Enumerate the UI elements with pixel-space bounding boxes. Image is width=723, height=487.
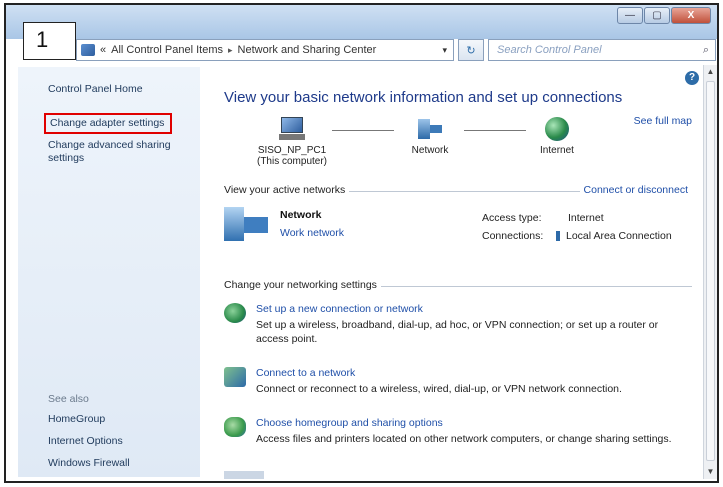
homegroup-icon (224, 417, 246, 437)
address-bar[interactable]: « All Control Panel Items ▸ Network and … (76, 39, 454, 61)
see-also-label: See also (48, 393, 89, 405)
sidebar-change-advanced-sharing[interactable]: Change advanced sharing settings (48, 139, 188, 165)
page-title: View your basic network information and … (224, 89, 623, 106)
connect-network-icon (224, 367, 246, 387)
vertical-scrollbar[interactable]: ▲ ▼ (703, 65, 717, 479)
networking-settings-label: Change your networking settings (224, 279, 381, 291)
maximize-button[interactable]: ▢ (644, 7, 670, 24)
breadcrumb-all-items[interactable]: All Control Panel Items (111, 44, 223, 56)
task-title[interactable]: Connect to a network (256, 367, 355, 379)
local-area-connection-link[interactable]: Local Area Connection (556, 230, 672, 242)
map-link-line (464, 130, 526, 131)
access-type-label: Access type: (482, 212, 542, 224)
breadcrumb-chevrons[interactable]: « (100, 44, 106, 56)
see-full-map-link[interactable]: See full map (634, 115, 692, 127)
network-bench-icon (416, 117, 444, 141)
breadcrumb-network-center[interactable]: Network and Sharing Center (238, 44, 377, 56)
map-network: Network (400, 117, 460, 156)
search-placeholder: Search Control Panel (497, 44, 602, 56)
computer-sub: (This computer) (256, 156, 327, 167)
connection-icon (556, 231, 560, 242)
window-controls: — ▢ X (616, 7, 711, 24)
computer-icon (279, 117, 305, 141)
task-title[interactable]: Set up a new connection or network (256, 303, 423, 315)
window: — ▢ X « All Control Panel Items ▸ Networ… (4, 3, 719, 483)
close-button[interactable]: X (671, 7, 711, 24)
task-setup-connection: Set up a new connection or network Set u… (224, 303, 694, 349)
map-internet: Internet (527, 117, 587, 156)
next-task-icon (224, 471, 264, 479)
connection-name[interactable]: Local Area Connection (566, 230, 672, 242)
network-large-icon (224, 207, 272, 241)
control-panel-icon (81, 44, 95, 56)
step-number-label: 1 (23, 22, 76, 60)
search-input[interactable]: Search Control Panel ⌕ (488, 39, 716, 61)
globe-icon (545, 117, 569, 141)
computer-name: SISO_NP_PC1 (257, 145, 327, 156)
internet-label: Internet (540, 145, 574, 156)
sidebar-change-adapter-settings[interactable]: Change adapter settings (44, 113, 173, 134)
task-homegroup-sharing: Choose homegroup and sharing options Acc… (224, 417, 694, 463)
minimize-button[interactable]: — (617, 7, 643, 24)
title-bar: — ▢ X (6, 5, 717, 39)
breadcrumb-separator[interactable]: ▸ (228, 45, 233, 56)
network-name: Network (280, 209, 322, 221)
address-dropdown[interactable]: ▾ (442, 45, 447, 56)
sidebar-homegroup[interactable]: HomeGroup (48, 413, 105, 426)
sidebar-internet-options[interactable]: Internet Options (48, 435, 123, 448)
map-computer: SISO_NP_PC1 (This computer) (252, 117, 332, 167)
task-connect-network: Connect to a network Connect or reconnec… (224, 367, 694, 399)
help-icon[interactable]: ? (685, 71, 699, 85)
sidebar: Control Panel Home Change adapter settin… (18, 67, 200, 477)
sidebar-windows-firewall[interactable]: Windows Firewall (48, 457, 130, 470)
access-type-value: Internet (568, 212, 604, 224)
active-networks-label: View your active networks (224, 184, 350, 196)
connect-disconnect-link[interactable]: Connect or disconnect (579, 184, 692, 196)
setup-connection-icon (224, 303, 246, 323)
task-description: Connect or reconnect to a wireless, wire… (256, 383, 622, 395)
network-type-link[interactable]: Work network (280, 227, 344, 239)
scroll-down-button[interactable]: ▼ (704, 465, 717, 479)
sidebar-control-panel-home[interactable]: Control Panel Home (48, 83, 143, 96)
scroll-up-button[interactable]: ▲ (704, 65, 717, 79)
connections-label: Connections: (482, 230, 544, 242)
search-icon[interactable]: ⌕ (703, 44, 709, 57)
map-link-line (332, 130, 394, 131)
refresh-icon[interactable]: ↻ (458, 39, 484, 61)
task-description: Set up a wireless, broadband, dial-up, a… (256, 319, 659, 345)
scroll-thumb[interactable] (706, 81, 715, 461)
network-label: Network (411, 145, 449, 156)
main-content: View your basic network information and … (202, 67, 702, 479)
task-title[interactable]: Choose homegroup and sharing options (256, 417, 443, 429)
task-description: Access files and printers located on oth… (256, 433, 672, 445)
